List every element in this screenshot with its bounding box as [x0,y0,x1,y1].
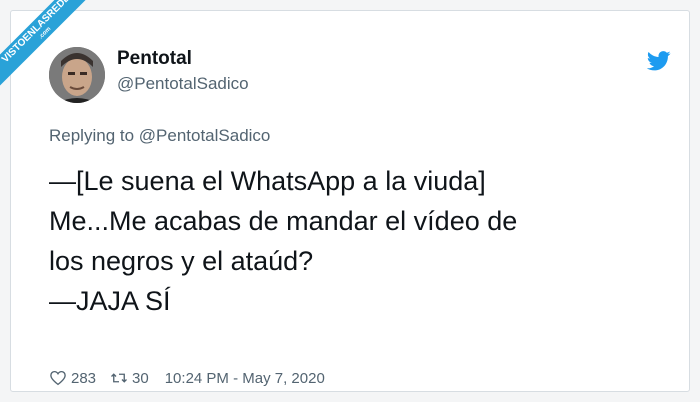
tweet-line: —JAJA SÍ [49,286,171,316]
reply-context[interactable]: Replying to @PentotalSadico [49,126,270,146]
heart-icon[interactable] [49,369,67,387]
like-count: 283 [71,369,97,387]
retweet-count: 30 [132,369,149,387]
timestamp[interactable]: 10:24 PM - May 7, 2020 [165,370,325,387]
author-name[interactable]: Pentotal [117,48,192,70]
tweet-text: —[Le suena el WhatsApp a la viuda] Me...… [49,161,669,321]
tweet-line: los negros y el ataúd? [49,246,314,276]
tweet-footer: 283 30 10:24 PM - May 7, 2020 [49,369,325,387]
avatar-image [49,47,105,103]
author-handle[interactable]: @PentotalSadico [117,74,249,94]
retweet-icon[interactable] [110,369,128,387]
tweet-line: —[Le suena el WhatsApp a la viuda] [49,166,486,196]
avatar[interactable] [49,47,105,103]
tweet-line: Me...Me acabas de mandar el vídeo de [49,206,518,236]
tweet-card: Pentotal @PentotalSadico Replying to @Pe… [10,10,690,392]
twitter-bird-icon[interactable] [646,51,671,71]
